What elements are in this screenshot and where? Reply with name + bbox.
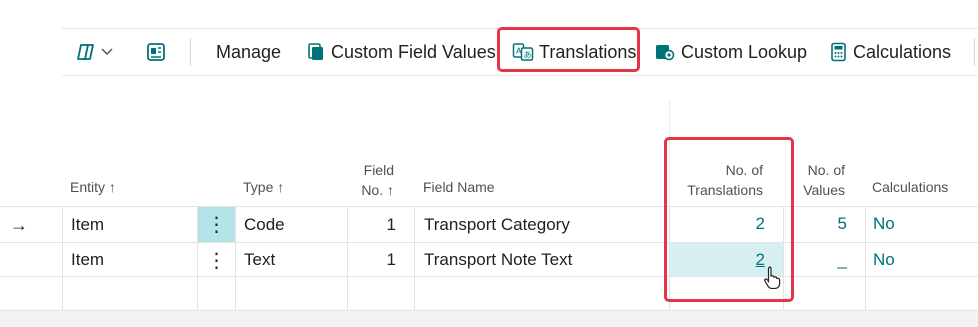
calculations-label: Calculations xyxy=(853,41,952,62)
column-header-type[interactable]: Type ↑ xyxy=(243,177,284,197)
row-1-type[interactable]: Code xyxy=(244,208,285,242)
column-separator xyxy=(783,206,784,310)
row-1-entity[interactable]: Item xyxy=(71,208,104,242)
action-bar: Manage Custom Field Values Aあ Translatio… xyxy=(62,29,978,75)
manage-menu-button[interactable]: Manage xyxy=(216,29,281,75)
column-header-values-line2: Values xyxy=(803,182,845,198)
toolbar-separator-right xyxy=(974,38,975,66)
column-separator xyxy=(414,206,415,310)
layout-icon xyxy=(146,42,166,62)
translations-label: Translations xyxy=(539,41,637,62)
column-header-values-line1: No. of xyxy=(807,162,845,178)
column-separator xyxy=(235,206,236,310)
column-header-no-of-values[interactable]: No. of Values xyxy=(790,160,845,200)
custom-field-values-button[interactable]: Custom Field Values xyxy=(306,29,496,75)
column-header-translations-line2: Translations xyxy=(687,182,763,198)
column-header-no-of-translations[interactable]: No. of Translations xyxy=(672,160,763,200)
translate-icon: Aあ xyxy=(512,42,534,62)
calculator-icon xyxy=(830,42,848,62)
header-separator xyxy=(669,100,670,206)
hand-pointer-cursor-icon xyxy=(763,265,783,294)
row-2-no-of-translations-link[interactable]: 2 xyxy=(672,243,765,277)
row-2-field-no[interactable]: 1 xyxy=(349,243,396,277)
custom-lookup-button[interactable]: Custom Lookup xyxy=(654,29,807,75)
row-1-field-no[interactable]: 1 xyxy=(349,208,396,242)
svg-text:あ: あ xyxy=(524,51,532,60)
row-2-calculations-link[interactable]: No xyxy=(873,243,895,277)
custom-lookup-label: Custom Lookup xyxy=(681,41,808,62)
row-1-calculations-link[interactable]: No xyxy=(873,207,895,241)
copy-pages-icon xyxy=(306,42,326,62)
lookup-settings-icon xyxy=(654,42,676,62)
toolbar-separator xyxy=(190,38,191,66)
row-2-entity[interactable]: Item xyxy=(71,243,104,277)
copilot-menu-button[interactable] xyxy=(76,29,114,75)
toolbar-bottom-border xyxy=(62,75,978,76)
column-header-field-no[interactable]: Field No. ↑ xyxy=(349,160,394,200)
column-header-calculations[interactable]: Calculations xyxy=(872,177,948,197)
layout-personalize-button[interactable] xyxy=(146,29,166,75)
manage-label: Manage xyxy=(216,41,282,62)
row-1-actions-menu-button[interactable]: ⋮ xyxy=(198,207,235,242)
translations-button[interactable]: Aあ Translations xyxy=(512,29,636,75)
calculations-button[interactable]: Calculations xyxy=(830,29,951,75)
chevron-down-icon xyxy=(100,47,114,57)
copilot-icon xyxy=(76,42,98,62)
column-header-field-no-line2: No. ↑ xyxy=(361,182,394,198)
column-separator xyxy=(347,206,348,310)
column-separator xyxy=(865,206,866,310)
row-1-no-of-translations-link[interactable]: 2 xyxy=(672,207,765,241)
list-footer xyxy=(0,310,978,327)
custom-field-values-label: Custom Field Values xyxy=(331,41,496,62)
row-1-field-name[interactable]: Transport Category xyxy=(424,208,570,242)
column-header-translations-line1: No. of xyxy=(725,162,763,178)
column-header-entity[interactable]: Entity ↑ xyxy=(70,177,116,197)
row-2-field-name[interactable]: Transport Note Text xyxy=(424,243,572,277)
column-header-field-name[interactable]: Field Name xyxy=(423,177,495,197)
row-2-actions-menu-button[interactable]: ⋮ xyxy=(198,243,235,277)
row-2-no-of-values-link[interactable]: _ xyxy=(786,243,847,277)
row-2-type[interactable]: Text xyxy=(244,243,275,277)
column-header-field-no-line1: Field xyxy=(363,162,394,178)
current-row-arrow-icon: → xyxy=(10,214,28,235)
column-separator xyxy=(62,206,63,310)
row-1-no-of-values-link[interactable]: 5 xyxy=(786,207,847,241)
